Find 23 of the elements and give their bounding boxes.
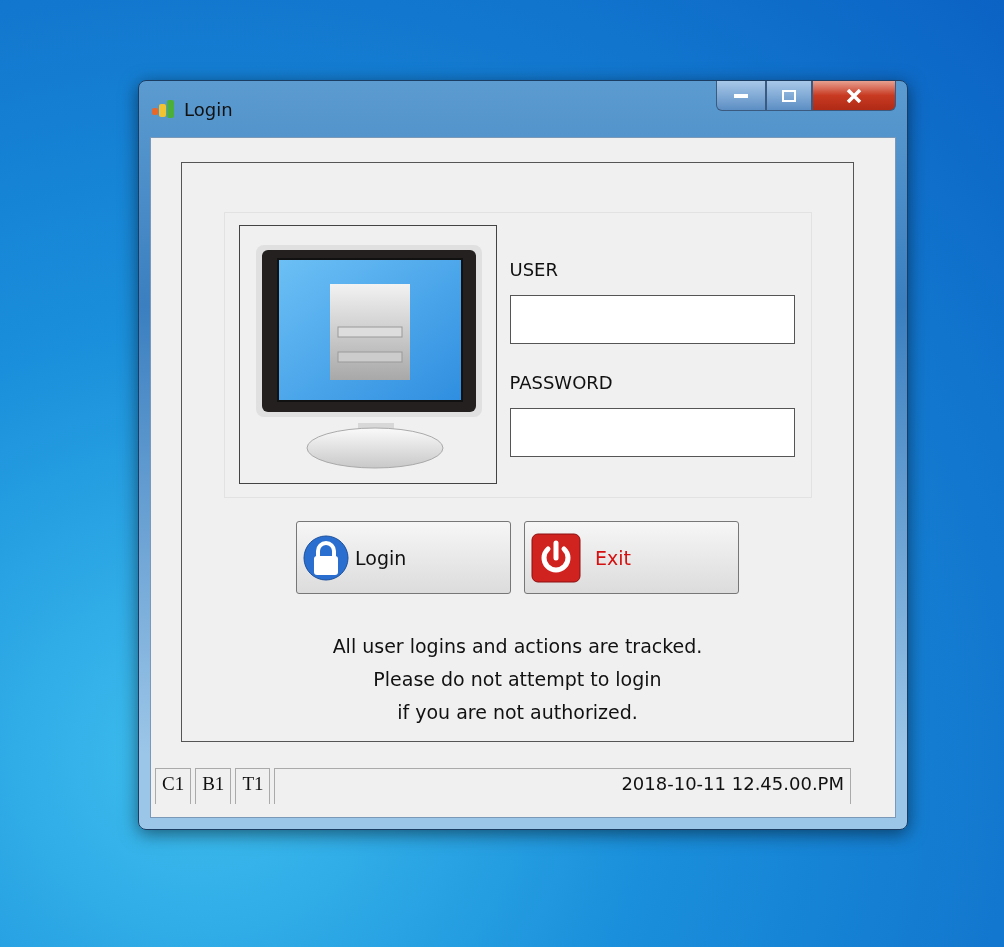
bar-chart-icon	[152, 99, 176, 119]
minimize-icon	[734, 92, 748, 99]
maximize-icon	[782, 89, 796, 102]
status-cell: B1	[195, 768, 232, 804]
status-cell: 2018-10-11 12.45.00.PM	[274, 768, 851, 804]
exit-button[interactable]: Exit	[524, 521, 739, 594]
minimize-button[interactable]	[716, 81, 766, 111]
notice-text: Please do not attempt to login	[373, 667, 662, 691]
field-label: PASSWORD	[509, 372, 614, 395]
maximize-button[interactable]	[766, 81, 812, 111]
power-icon	[531, 532, 581, 583]
close-button[interactable]	[812, 81, 896, 111]
status-cell: T1	[235, 768, 271, 804]
user-field[interactable]	[509, 295, 795, 344]
notice-text: if you are not authorized.	[397, 700, 638, 724]
window-title: Login	[184, 98, 233, 120]
padlock-icon	[303, 534, 349, 581]
close-icon	[846, 88, 862, 103]
notice-text: All user logins and actions are tracked.	[332, 634, 703, 658]
login-button[interactable]: Login	[296, 521, 511, 594]
password-field[interactable]	[509, 408, 795, 457]
field-label: USER	[509, 259, 559, 282]
status-cell: C1	[155, 768, 192, 804]
